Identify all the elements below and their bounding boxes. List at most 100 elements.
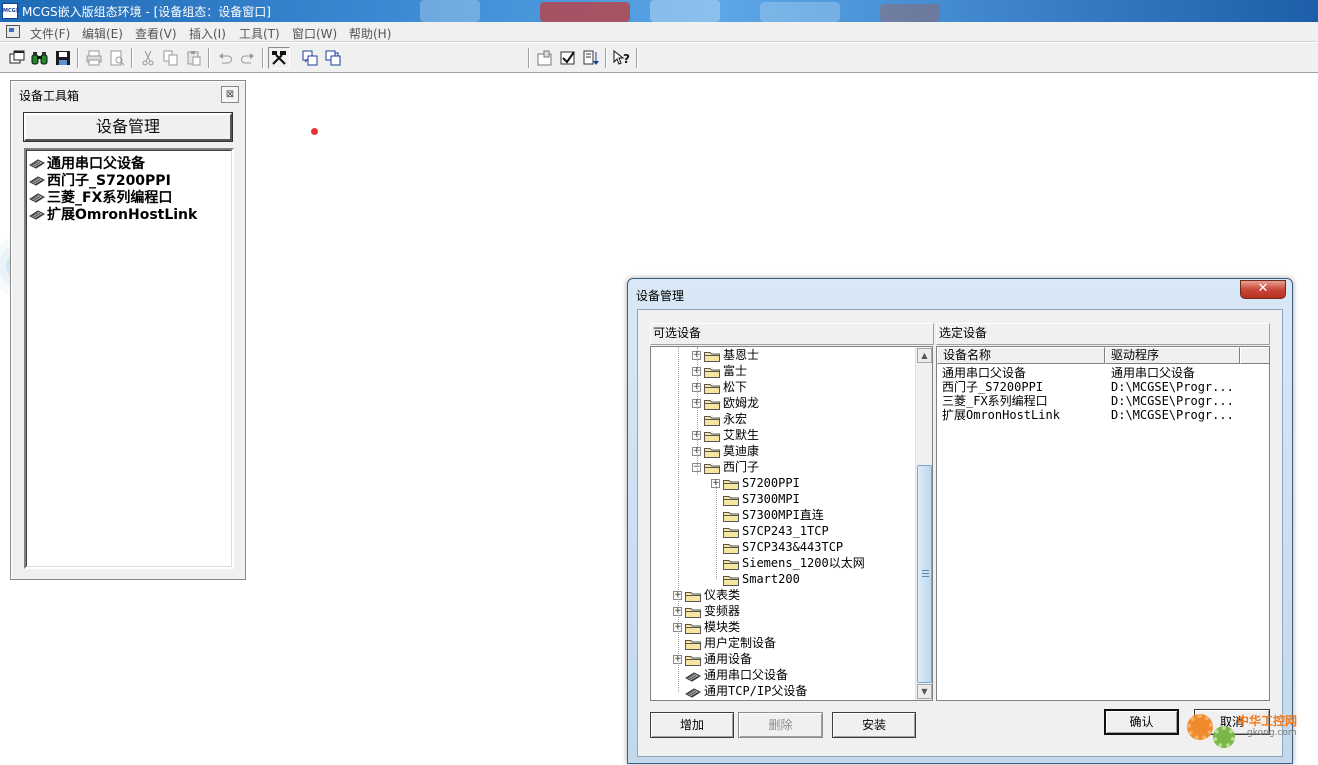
tree-node[interactable]: + 仪表类 — [673, 587, 740, 603]
menu-edit[interactable]: 编辑(E) — [82, 25, 123, 42]
table-cell[interactable]: D:\MCGSE\Progr... — [1111, 394, 1234, 408]
app-window: MCGS MCGS嵌入版组态环境 - [设备组态：设备窗口] 文件(F) 编辑(… — [0, 0, 1318, 765]
list-item[interactable]: 通用串口父设备 — [29, 153, 145, 172]
toolbox-item-label: 扩展OmronHostLink — [47, 207, 198, 223]
toolbox-device-list[interactable]: 通用串口父设备 西门子_S7200PPI 三菱_FX系列编程口 扩展OmronH… — [24, 148, 234, 569]
new-window-icon[interactable] — [6, 47, 28, 69]
tree-node-label: S7CP343&443TCP — [742, 540, 844, 554]
folder-icon — [685, 636, 704, 650]
tree-node-label: 松下 — [723, 380, 748, 394]
table-cell[interactable]: 通用串口父设备 — [1111, 366, 1195, 380]
cut-icon[interactable] — [137, 47, 159, 69]
tree-node[interactable]: + 模块类 — [673, 619, 740, 635]
tree-node[interactable]: + 变频器 — [673, 603, 740, 619]
print-icon[interactable] — [83, 47, 105, 69]
undo-icon[interactable] — [214, 47, 236, 69]
device-manage-dialog: 设备管理 ✕ 可选设备 选定设备 通用TCP/IP父设备 通用串口父设备 + 通用设备… — [627, 278, 1293, 764]
menu-help[interactable]: 帮助(H) — [349, 25, 391, 42]
folder-icon — [685, 588, 704, 602]
tree-node-label: Smart200 — [742, 572, 800, 586]
check-icon[interactable] — [557, 47, 579, 69]
tree-node[interactable]: Siemens_1200以太网 — [711, 555, 865, 571]
table-cell[interactable]: 通用串口父设备 — [942, 366, 1026, 380]
list-item[interactable]: 扩展OmronHostLink — [29, 204, 198, 223]
tree-node-label: 通用TCP/IP父设备 — [704, 684, 808, 698]
device-manage-button[interactable]: 设备管理 — [23, 112, 233, 142]
device-chip-icon — [29, 210, 45, 220]
table-cell[interactable]: D:\MCGSE\Progr... — [1111, 380, 1234, 394]
print-preview-icon[interactable] — [106, 47, 128, 69]
tree-node[interactable]: + 松下 — [692, 379, 747, 395]
svg-text:?: ? — [623, 52, 630, 66]
toolbar-separator — [131, 48, 133, 68]
toolbox-close-button[interactable]: ⊠ — [221, 86, 239, 103]
ok-button[interactable]: 确认 — [1104, 709, 1179, 735]
menu-view[interactable]: 查看(V) — [135, 25, 177, 42]
menu-insert[interactable]: 插入(I) — [189, 25, 226, 42]
column-header-blank — [1240, 347, 1269, 364]
folder-icon — [723, 476, 742, 490]
table-cell[interactable]: 三菱_FX系列编程口 — [942, 394, 1048, 408]
table-cell[interactable]: 西门子_S7200PPI — [942, 380, 1043, 394]
scroll-up-arrow-icon[interactable]: ▲ — [917, 348, 932, 363]
tree-node[interactable]: + 通用设备 — [673, 651, 752, 667]
tree-node[interactable]: + S7200PPI — [711, 475, 800, 491]
properties-icon[interactable] — [534, 47, 556, 69]
sort-icon[interactable] — [580, 47, 602, 69]
folder-icon — [704, 428, 723, 442]
binoculars-icon[interactable] — [29, 47, 51, 69]
tree-node-label: 莫迪康 — [723, 444, 760, 458]
tree-node[interactable]: S7300MPI直连 — [711, 507, 824, 523]
save-icon[interactable] — [52, 47, 74, 69]
device-chip-icon — [685, 684, 704, 698]
menu-window[interactable]: 窗口(W) — [292, 25, 337, 42]
tree-node[interactable]: 用户定制设备 — [673, 635, 776, 651]
mdi-system-menu-icon[interactable] — [6, 25, 20, 38]
folder-icon — [704, 348, 723, 362]
tree-node[interactable]: Smart200 — [711, 571, 800, 587]
tree-node-label: 通用设备 — [704, 652, 753, 666]
tree-node[interactable]: 通用TCP/IP父设备 — [673, 683, 807, 699]
title-decoration — [880, 4, 940, 22]
tree-node[interactable]: + 艾默生 — [692, 427, 759, 443]
tree-node[interactable]: + 莫迪康 — [692, 443, 759, 459]
available-devices-tree[interactable]: 通用TCP/IP父设备 通用串口父设备 + 通用设备 用户定制设备 + 模块类 + 变频器 + 仪表… — [650, 346, 933, 701]
tree-node[interactable]: S7300MPI — [711, 491, 800, 507]
tree-node[interactable]: 通用串口父设备 — [673, 667, 788, 683]
tree-node[interactable]: 永宏 — [692, 411, 747, 427]
add-button[interactable]: 增加 — [650, 712, 734, 738]
menu-tools[interactable]: 工具(T) — [239, 25, 280, 42]
toolbar-separator — [605, 48, 607, 68]
tree-node[interactable]: + 欧姆龙 — [692, 395, 759, 411]
title-decoration — [760, 2, 840, 22]
red-marker-dot — [311, 128, 318, 135]
tree-node[interactable]: − 西门子 — [692, 459, 759, 475]
scroll-down-arrow-icon[interactable]: ▼ — [917, 684, 932, 699]
list-item[interactable]: 三菱_FX系列编程口 — [29, 187, 172, 206]
list-item[interactable]: 西门子_S7200PPI — [29, 170, 171, 189]
tree-node[interactable]: + 基恩士 — [692, 347, 759, 363]
dialog-close-button[interactable]: ✕ — [1240, 280, 1286, 299]
redo-icon[interactable] — [237, 47, 259, 69]
device-link-icon[interactable] — [322, 47, 344, 69]
tree-node[interactable]: S7CP343&443TCP — [711, 539, 843, 555]
delete-button[interactable]: 删除 — [738, 712, 823, 738]
install-button[interactable]: 安装 — [832, 712, 916, 738]
column-header-driver[interactable]: 驱动程序 — [1105, 347, 1240, 364]
column-header-device-name[interactable]: 设备名称 — [937, 347, 1105, 364]
copy-icon[interactable] — [160, 47, 182, 69]
tree-node-label: 欧姆龙 — [723, 396, 760, 410]
paste-icon[interactable] — [183, 47, 205, 69]
tools-icon[interactable] — [268, 47, 290, 69]
scrollbar-thumb[interactable] — [917, 465, 932, 683]
tree-vertical-scrollbar[interactable]: ▲ ▼ — [915, 347, 932, 700]
menu-file[interactable]: 文件(F) — [30, 25, 70, 42]
tree-node[interactable]: S7CP243_1TCP — [711, 523, 829, 539]
table-cell[interactable]: D:\MCGSE\Progr... — [1111, 408, 1234, 422]
title-bar[interactable]: MCGS MCGS嵌入版组态环境 - [设备组态：设备窗口] — [0, 0, 1318, 22]
table-cell[interactable]: 扩展OmronHostLink — [942, 408, 1060, 422]
selected-devices-listview[interactable]: 设备名称 驱动程序 通用串口父设备 通用串口父设备 西门子_S7200PPI D… — [936, 346, 1270, 701]
device-prop-icon[interactable] — [299, 47, 321, 69]
help-icon[interactable]: ? — [611, 47, 633, 69]
tree-node[interactable]: + 富士 — [692, 363, 747, 379]
